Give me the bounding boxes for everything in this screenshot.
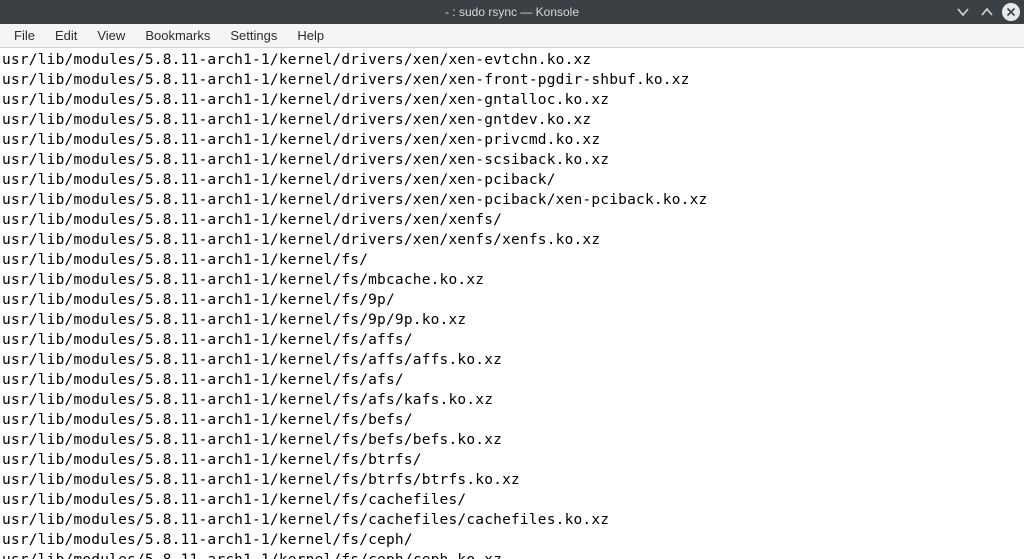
terminal-line: usr/lib/modules/5.8.11-arch1-1/kernel/fs…	[2, 350, 1024, 370]
menubar: File Edit View Bookmarks Settings Help	[0, 24, 1024, 48]
terminal-line: usr/lib/modules/5.8.11-arch1-1/kernel/dr…	[2, 230, 1024, 250]
terminal-line: usr/lib/modules/5.8.11-arch1-1/kernel/dr…	[2, 50, 1024, 70]
terminal-line: usr/lib/modules/5.8.11-arch1-1/kernel/dr…	[2, 130, 1024, 150]
terminal-line: usr/lib/modules/5.8.11-arch1-1/kernel/fs…	[2, 530, 1024, 550]
menu-file[interactable]: File	[4, 26, 45, 45]
terminal-line: usr/lib/modules/5.8.11-arch1-1/kernel/dr…	[2, 190, 1024, 210]
terminal-line: usr/lib/modules/5.8.11-arch1-1/kernel/fs…	[2, 310, 1024, 330]
terminal-line: usr/lib/modules/5.8.11-arch1-1/kernel/fs…	[2, 290, 1024, 310]
window-title: - : sudo rsync — Konsole	[445, 5, 579, 19]
terminal-line: usr/lib/modules/5.8.11-arch1-1/kernel/dr…	[2, 110, 1024, 130]
terminal-line: usr/lib/modules/5.8.11-arch1-1/kernel/fs…	[2, 490, 1024, 510]
menu-help[interactable]: Help	[287, 26, 334, 45]
terminal-line: usr/lib/modules/5.8.11-arch1-1/kernel/fs…	[2, 370, 1024, 390]
close-icon	[1006, 7, 1016, 17]
terminal-line: usr/lib/modules/5.8.11-arch1-1/kernel/fs…	[2, 550, 1024, 559]
menu-view[interactable]: View	[87, 26, 135, 45]
terminal-line: usr/lib/modules/5.8.11-arch1-1/kernel/fs…	[2, 510, 1024, 530]
menu-edit[interactable]: Edit	[45, 26, 87, 45]
window-titlebar: - : sudo rsync — Konsole	[0, 0, 1024, 24]
menu-settings[interactable]: Settings	[220, 26, 287, 45]
terminal-line: usr/lib/modules/5.8.11-arch1-1/kernel/fs…	[2, 250, 1024, 270]
terminal-line: usr/lib/modules/5.8.11-arch1-1/kernel/dr…	[2, 150, 1024, 170]
terminal-line: usr/lib/modules/5.8.11-arch1-1/kernel/fs…	[2, 450, 1024, 470]
terminal-line: usr/lib/modules/5.8.11-arch1-1/kernel/dr…	[2, 90, 1024, 110]
minimize-button[interactable]	[954, 3, 972, 21]
terminal-line: usr/lib/modules/5.8.11-arch1-1/kernel/fs…	[2, 410, 1024, 430]
terminal-line: usr/lib/modules/5.8.11-arch1-1/kernel/dr…	[2, 170, 1024, 190]
terminal-line: usr/lib/modules/5.8.11-arch1-1/kernel/dr…	[2, 70, 1024, 90]
window-controls	[954, 0, 1020, 24]
terminal-line: usr/lib/modules/5.8.11-arch1-1/kernel/fs…	[2, 270, 1024, 290]
terminal-line: usr/lib/modules/5.8.11-arch1-1/kernel/fs…	[2, 470, 1024, 490]
terminal-line: usr/lib/modules/5.8.11-arch1-1/kernel/fs…	[2, 330, 1024, 350]
chevron-up-icon	[980, 5, 994, 19]
terminal-line: usr/lib/modules/5.8.11-arch1-1/kernel/fs…	[2, 430, 1024, 450]
close-circle	[1002, 3, 1020, 21]
chevron-down-icon	[956, 5, 970, 19]
close-button[interactable]	[1002, 3, 1020, 21]
maximize-button[interactable]	[978, 3, 996, 21]
terminal-line: usr/lib/modules/5.8.11-arch1-1/kernel/dr…	[2, 210, 1024, 230]
terminal-line: usr/lib/modules/5.8.11-arch1-1/kernel/fs…	[2, 390, 1024, 410]
menu-bookmarks[interactable]: Bookmarks	[135, 26, 220, 45]
terminal-output[interactable]: usr/lib/modules/5.8.11-arch1-1/kernel/dr…	[0, 48, 1024, 559]
